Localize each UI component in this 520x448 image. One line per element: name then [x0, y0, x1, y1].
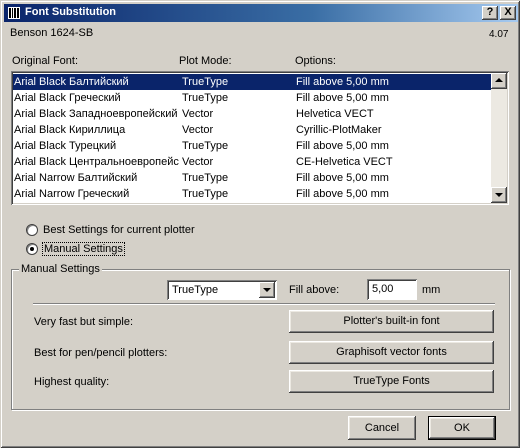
plot-mode-cell: Vector — [182, 124, 214, 136]
truetype-fonts-button[interactable]: TrueType Fonts — [289, 370, 494, 393]
plot-mode-cell: TrueType — [182, 76, 229, 88]
builtin-font-button[interactable]: Plotter's built-in font — [289, 310, 494, 333]
radio-best-settings-label[interactable]: Best Settings for current plotter — [43, 224, 195, 236]
options-cell: CE-Helvetica VECT — [296, 156, 393, 168]
font-list-row[interactable]: Arial Black Центральноевропейский Vector C… — [13, 154, 491, 170]
options-cell: Fill above 5,00 mm — [296, 172, 389, 184]
manual-settings-group-title: Manual Settings — [19, 263, 102, 275]
plot-mode-select-value: TrueType — [172, 284, 219, 296]
original-font-cell: Arial Narrow Балтийский — [14, 172, 138, 184]
pen-plotter-label: Best for pen/pencil plotters: — [34, 347, 168, 359]
builtin-font-button-label: Plotter's built-in font — [343, 315, 440, 327]
font-name-label: Benson 1624-SB — [10, 27, 94, 39]
scroll-up-button[interactable] — [491, 73, 507, 89]
options-cell: Fill above 5,00 mm — [296, 76, 389, 88]
font-list[interactable]: Arial Black Балтийский TrueType Fill above… — [11, 71, 509, 205]
plot-mode-cell: Vector — [182, 108, 214, 120]
help-button[interactable]: ? — [482, 6, 498, 20]
vector-fonts-button-label: Graphisoft vector fonts — [336, 346, 447, 358]
radio-manual-settings-label[interactable]: Manual Settings — [42, 242, 125, 256]
scroll-down-button[interactable] — [491, 187, 507, 203]
plot-mode-cell: TrueType — [182, 92, 229, 104]
original-font-cell: Arial Black Западноевропейский — [14, 108, 178, 120]
font-list-row[interactable]: Arial Black Кириллица Vector Cyrillic-Plot… — [13, 122, 491, 138]
font-list-row[interactable]: Arial Black Турецкий TrueType Fill above 5… — [13, 138, 491, 154]
original-font-cell: Arial Black Балтийский — [14, 76, 129, 88]
font-list-rows: Arial Black Балтийский TrueType Fill above… — [13, 74, 491, 203]
plot-mode-cell: Vector — [182, 156, 214, 168]
title-bar[interactable]: Font Substitution ? X — [4, 4, 518, 22]
original-font-cell: Arial Narrow Греческий — [14, 188, 130, 200]
font-list-row[interactable]: Arial Narrow Греческий TrueType Fill above… — [13, 186, 491, 202]
plot-mode-cell: TrueType — [182, 188, 229, 200]
arrow-up-icon — [495, 78, 503, 82]
fill-above-label: Fill above: — [289, 284, 340, 296]
fill-above-unit: mm — [422, 284, 441, 296]
options-cell: Fill above 5,00 mm — [296, 140, 389, 152]
version-label: 4.07 — [489, 29, 509, 40]
ok-button[interactable]: OK — [428, 416, 496, 440]
truetype-fonts-button-label: TrueType Fonts — [353, 375, 430, 387]
options-cell: Cyrillic-PlotMaker — [296, 124, 382, 136]
group-separator — [33, 303, 495, 305]
fill-above-value: 5,00 — [372, 283, 394, 295]
font-list-row[interactable]: Arial Black Греческий TrueType Fill above … — [13, 90, 491, 106]
dropdown-arrow-button[interactable] — [259, 282, 275, 298]
font-list-row[interactable]: Arial Black Балтийский TrueType Fill above… — [13, 74, 491, 90]
original-font-cell: Arial Black Кириллица — [14, 124, 126, 136]
plot-mode-cell: TrueType — [182, 172, 229, 184]
plot-mode-select[interactable]: TrueType — [167, 280, 277, 300]
original-font-cell: Arial Black Турецкий — [14, 140, 117, 152]
original-font-cell: Arial Black Центральноевропейский — [14, 156, 179, 168]
options-cell: Fill above 5,00 mm — [296, 188, 389, 200]
cancel-button[interactable]: Cancel — [348, 416, 416, 440]
fill-above-input[interactable]: 5,00 — [367, 279, 417, 300]
column-header-options: Options: — [295, 55, 336, 67]
chevron-down-icon — [263, 288, 271, 292]
highest-quality-label: Highest quality: — [34, 376, 110, 388]
vertical-scrollbar[interactable] — [491, 73, 507, 203]
vector-fonts-button[interactable]: Graphisoft vector fonts — [289, 341, 494, 364]
close-button[interactable]: X — [500, 6, 516, 20]
fast-simple-label: Very fast but simple: — [34, 316, 134, 328]
font-substitution-dialog: Font Substitution ? X Benson 1624-SB 4.0… — [0, 0, 520, 448]
radio-manual-settings[interactable] — [26, 243, 38, 255]
arrow-down-icon — [495, 193, 503, 197]
window-title: Font Substitution — [25, 6, 117, 18]
plot-mode-cell: TrueType — [182, 140, 229, 152]
cancel-button-label: Cancel — [364, 422, 400, 434]
ok-button-label: OK — [454, 422, 470, 434]
original-font-cell: Arial Black Греческий — [14, 92, 121, 104]
options-cell: Helvetica VECT — [296, 108, 374, 120]
app-icon — [8, 7, 20, 19]
radio-selected-dot — [30, 247, 34, 251]
radio-best-settings[interactable] — [26, 224, 38, 236]
font-list-row[interactable]: Arial Narrow Балтийский TrueType Fill abov… — [13, 170, 491, 186]
font-list-row[interactable]: Arial Black Западноевропейский Vector Helv… — [13, 106, 491, 122]
column-header-original-font: Original Font: — [12, 55, 79, 67]
options-cell: Fill above 5,00 mm — [296, 92, 389, 104]
column-header-plot-mode: Plot Mode: — [179, 55, 232, 67]
